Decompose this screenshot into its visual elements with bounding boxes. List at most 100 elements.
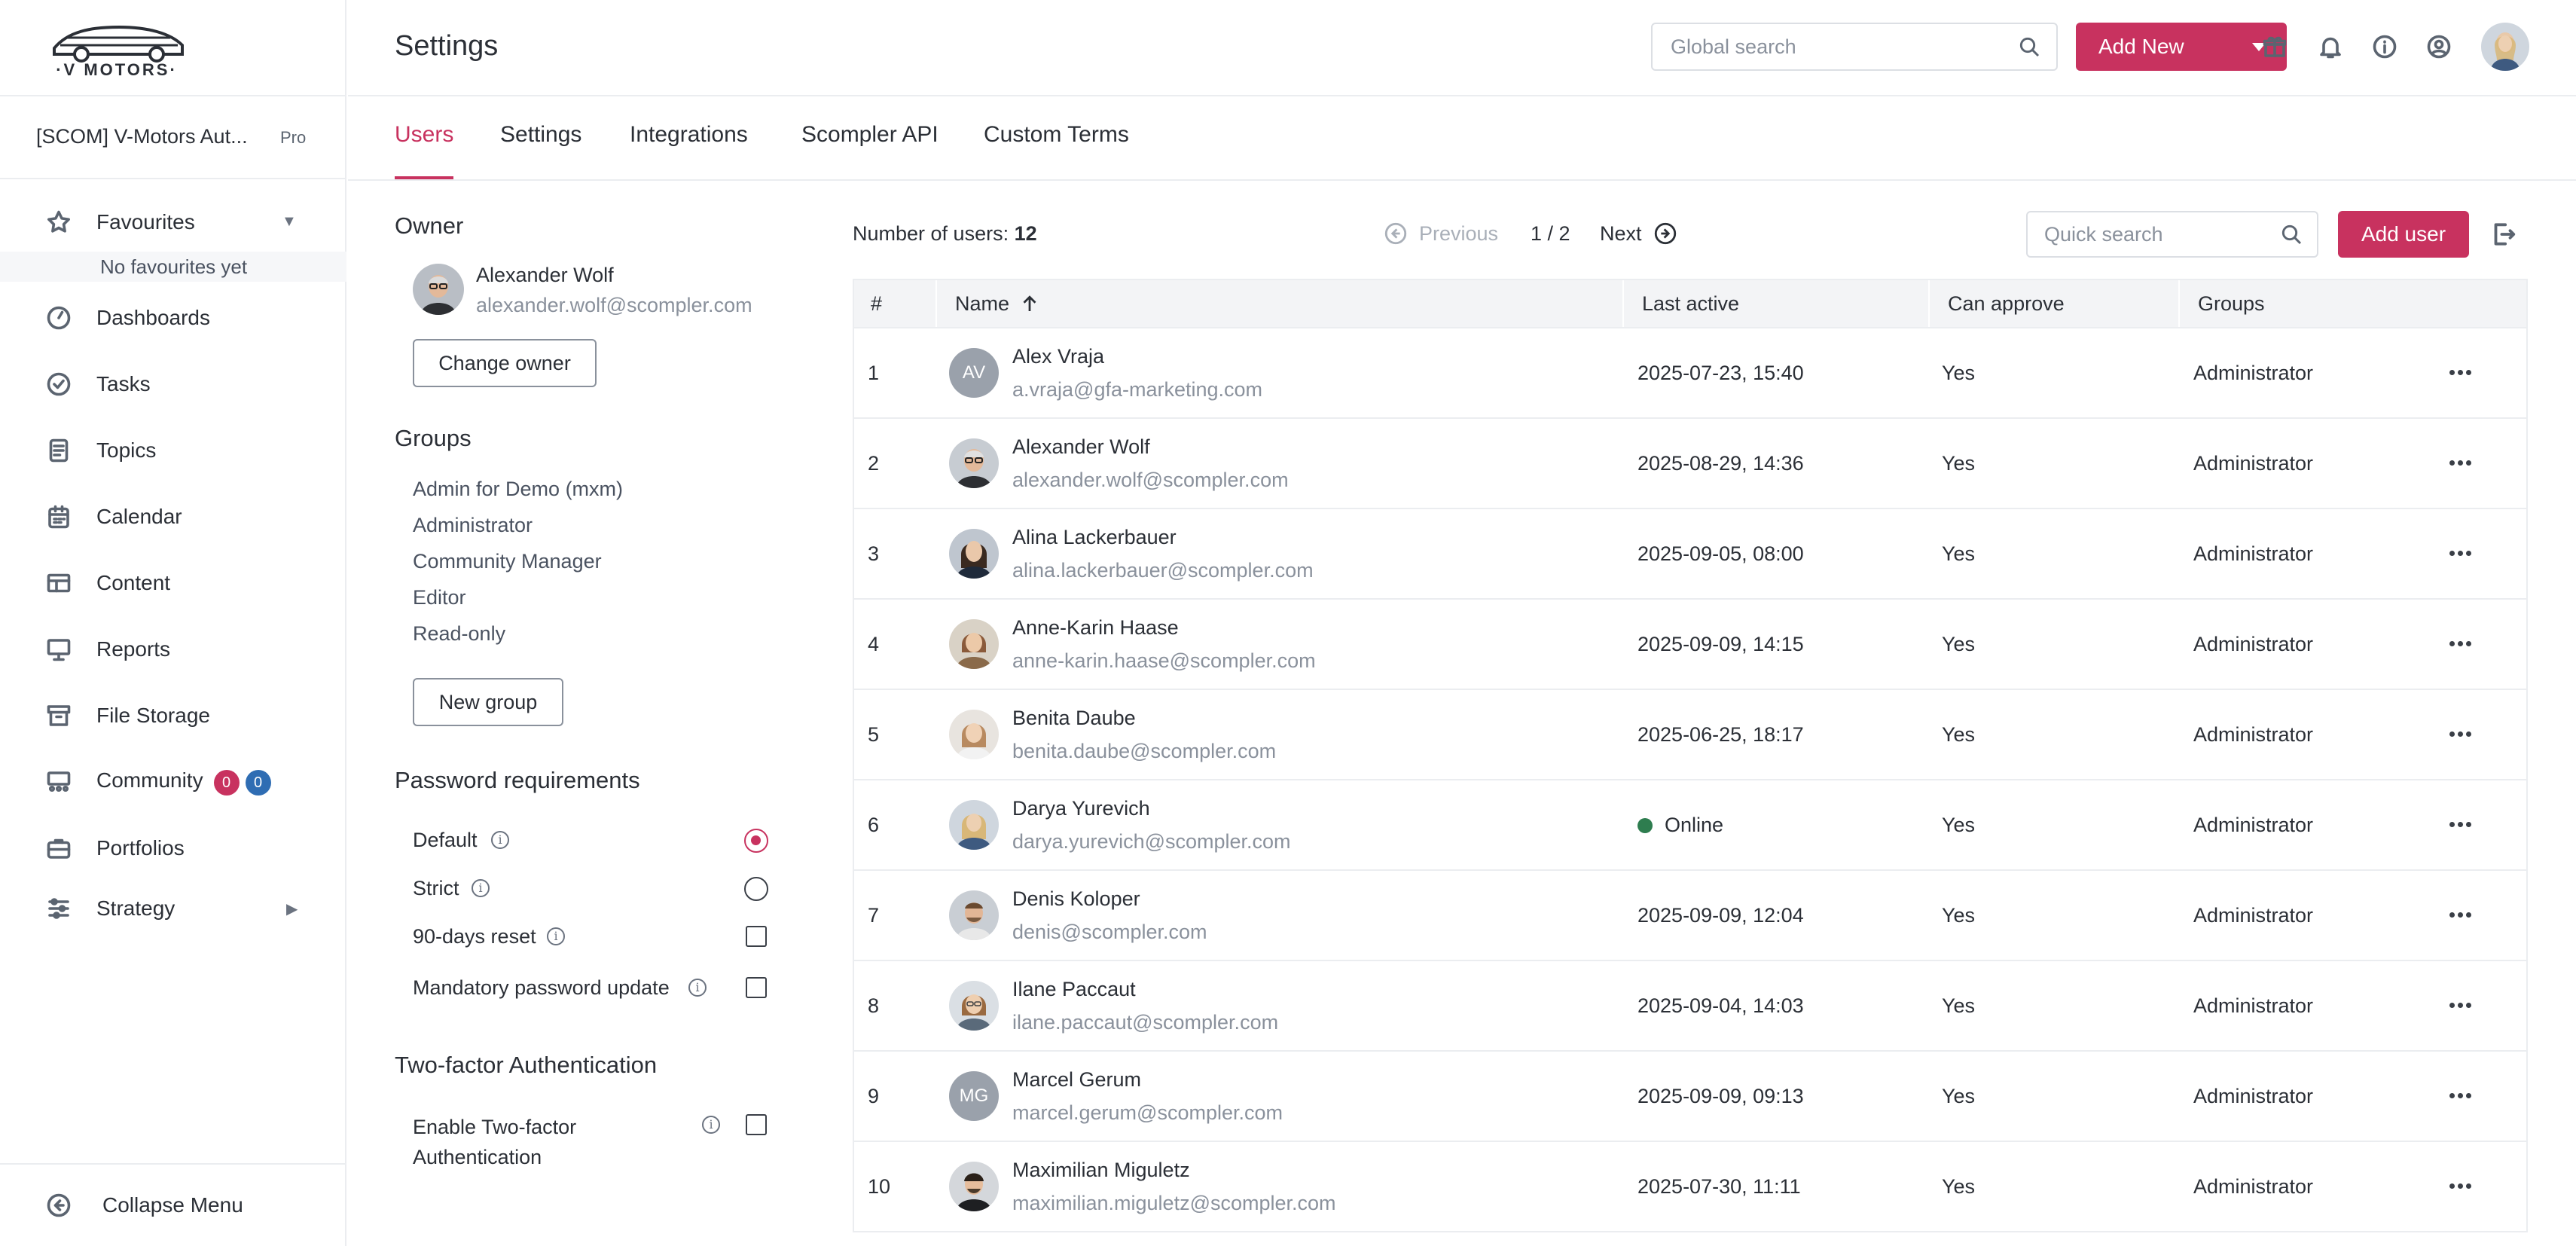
sidebar-item-community[interactable]: Community 0 0 — [0, 759, 346, 805]
more-options-icon[interactable] — [2443, 812, 2477, 836]
group-item[interactable]: Admin for Demo (mxm) — [413, 478, 623, 501]
chevron-down-icon[interactable]: ▼ — [282, 213, 297, 231]
more-options-icon[interactable] — [2443, 902, 2477, 927]
two-factor-checkbox[interactable] — [746, 1114, 767, 1135]
table-row[interactable]: 1 AV Alex Vraja a.vraja@gfa-marketing.co… — [854, 327, 2526, 417]
tab-settings[interactable]: Settings — [500, 122, 581, 170]
change-owner-button[interactable]: Change owner — [413, 339, 597, 387]
table-row[interactable]: 7 Denis Koloper denis@scompler.com 2025-… — [854, 869, 2526, 960]
user-email: benita.daube@scompler.com — [1012, 740, 1277, 762]
sidebar-item-calendar[interactable]: Calendar — [0, 494, 346, 539]
global-search[interactable] — [1651, 23, 2058, 71]
column-can-approve[interactable]: Can approve — [1948, 280, 2065, 327]
user-name[interactable]: Marcel Gerum — [1012, 1068, 1141, 1092]
new-group-button[interactable]: New group — [413, 678, 563, 726]
info-icon[interactable]: i — [547, 927, 565, 945]
more-options-icon[interactable] — [2443, 993, 2477, 1017]
can-approve: Yes — [1942, 904, 1976, 927]
user-name[interactable]: Anne-Karin Haase — [1012, 616, 1179, 640]
table-row[interactable]: 3 Alina Lackerbauer alina.lackerbauer@sc… — [854, 508, 2526, 598]
previous-page-button[interactable]: Previous — [1383, 218, 1498, 249]
bell-icon[interactable] — [2314, 30, 2347, 63]
gift-icon[interactable] — [2258, 30, 2291, 63]
user-profile-icon[interactable] — [2422, 30, 2455, 63]
last-active: 2025-09-05, 08:00 — [1637, 542, 1804, 565]
table-row[interactable]: 4 Anne-Karin Haase anne-karin.haase@scom… — [854, 598, 2526, 689]
tab-users[interactable]: Users — [395, 122, 453, 170]
sidebar-item-label: Portfolios — [96, 836, 185, 860]
info-icon[interactable]: i — [472, 879, 490, 897]
info-icon[interactable]: i — [702, 1116, 720, 1134]
mandatory-password-update-checkbox[interactable] — [746, 977, 767, 998]
user-name[interactable]: Ilane Paccaut — [1012, 978, 1136, 1001]
group-item[interactable]: Read-only — [413, 622, 505, 646]
group-item[interactable]: Community Manager — [413, 550, 602, 573]
can-approve: Yes — [1942, 542, 1976, 565]
sidebar-item-file-storage[interactable]: File Storage — [0, 693, 346, 738]
column-groups[interactable]: Groups — [2198, 280, 2265, 327]
quick-search[interactable] — [2026, 211, 2318, 258]
sidebar-item-portfolios[interactable]: Portfolios — [0, 826, 346, 871]
search-icon[interactable] — [2017, 35, 2041, 59]
group-item[interactable]: Editor — [413, 586, 466, 609]
last-active: Online — [1637, 814, 1723, 837]
more-options-icon[interactable] — [2443, 1083, 2477, 1107]
info-icon[interactable]: i — [491, 831, 509, 849]
add-new-button[interactable]: Add New — [2076, 23, 2287, 71]
info-icon[interactable] — [2368, 30, 2401, 63]
sidebar-item-strategy[interactable]: Strategy ▶ — [0, 886, 346, 931]
next-page-button[interactable]: Next — [1600, 218, 1678, 249]
more-options-icon[interactable] — [2443, 1174, 2477, 1198]
tab-scompler-api[interactable]: Scompler API — [801, 122, 939, 170]
more-options-icon[interactable] — [2443, 541, 2477, 565]
sidebar-item-reports[interactable]: Reports — [0, 627, 346, 672]
group-item[interactable]: Administrator — [413, 514, 533, 537]
tab-custom-terms[interactable]: Custom Terms — [984, 122, 1129, 170]
column-last-active[interactable]: Last active — [1642, 280, 1739, 327]
user-name[interactable]: Benita Daube — [1012, 707, 1136, 730]
user-name[interactable]: Alex Vraja — [1012, 345, 1104, 368]
password-strict-radio[interactable] — [744, 877, 768, 901]
table-row[interactable]: 10 Maximilian Miguletz maximilian.migule… — [854, 1141, 2526, 1231]
table-row[interactable]: 9 MG Marcel Gerum marcel.gerum@scompler.… — [854, 1050, 2526, 1141]
sort-ascending-icon[interactable] — [1018, 292, 1041, 315]
table-row[interactable]: 6 Darya Yurevich darya.yurevich@scompler… — [854, 779, 2526, 869]
column-name[interactable]: Name — [955, 280, 1041, 327]
more-options-icon[interactable] — [2443, 450, 2477, 475]
quick-search-input[interactable] — [2028, 212, 2254, 256]
info-icon[interactable]: i — [688, 979, 707, 997]
user-name[interactable]: Denis Koloper — [1012, 887, 1140, 911]
v-motors-logo[interactable]: ·V MOTORS· — [38, 15, 196, 78]
more-options-icon[interactable] — [2443, 360, 2477, 384]
sidebar-item-favourites[interactable]: Favourites ▼ — [0, 200, 346, 245]
table-row[interactable]: 8 Ilane Paccaut ilane.paccaut@scompler.c… — [854, 960, 2526, 1050]
user-name[interactable]: Maximilian Miguletz — [1012, 1159, 1190, 1182]
user-name[interactable]: Alexander Wolf — [1012, 435, 1150, 459]
add-user-button[interactable]: Add user — [2338, 211, 2469, 258]
sidebar-item-dashboards[interactable]: Dashboards — [0, 295, 346, 341]
sidebar-item-label: Community 0 0 — [96, 768, 271, 796]
can-approve: Yes — [1942, 633, 1976, 655]
sidebar-item-tasks[interactable]: Tasks — [0, 362, 346, 407]
search-icon[interactable] — [2279, 222, 2303, 246]
collapse-menu-button[interactable]: Collapse Menu — [0, 1183, 346, 1228]
ninety-days-reset-checkbox[interactable] — [746, 926, 767, 947]
more-options-icon[interactable] — [2443, 722, 2477, 746]
owner-email: alexander.wolf@scompler.com — [476, 294, 752, 316]
table-row[interactable]: 5 Benita Daube benita.daube@scompler.com… — [854, 689, 2526, 779]
sidebar-item-content[interactable]: Content — [0, 560, 346, 606]
sidebar-item-topics[interactable]: Topics — [0, 428, 346, 473]
chevron-right-icon[interactable]: ▶ — [286, 899, 298, 918]
password-default-radio[interactable] — [744, 829, 768, 853]
user-name[interactable]: Alina Lackerbauer — [1012, 526, 1177, 549]
row-number: 9 — [868, 1085, 880, 1107]
tab-integrations[interactable]: Integrations — [630, 122, 748, 170]
user-name[interactable]: Darya Yurevich — [1012, 797, 1150, 820]
user-group: Administrator — [2193, 1085, 2314, 1107]
more-options-icon[interactable] — [2443, 631, 2477, 655]
global-search-input[interactable] — [1653, 24, 1984, 69]
workspace-name[interactable]: [SCOM] V-Motors Aut... — [36, 125, 248, 148]
avatar[interactable] — [2481, 23, 2529, 71]
table-row[interactable]: 2 Alexander Wolf alexander.wolf@scompler… — [854, 417, 2526, 508]
export-icon[interactable] — [2489, 220, 2519, 250]
